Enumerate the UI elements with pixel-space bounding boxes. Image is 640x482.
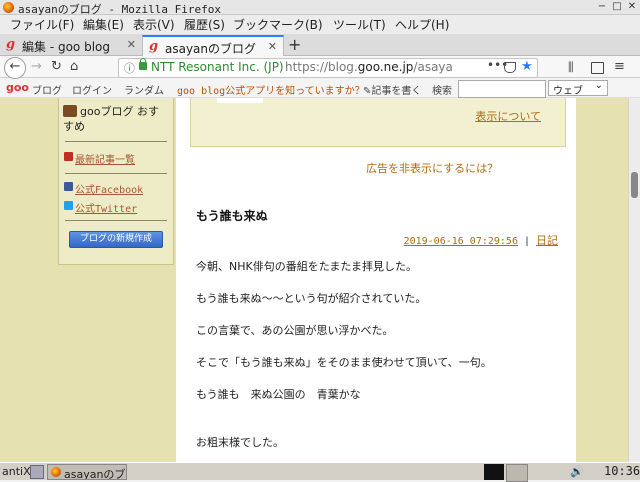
home-button[interactable]: ⌂ (70, 59, 78, 75)
search-scope-select[interactable]: ウェブ ⌄ (548, 80, 608, 97)
forward-button[interactable]: → (31, 59, 42, 75)
ad-about-link[interactable]: 表示について (475, 108, 541, 124)
show-desktop-icon[interactable] (30, 465, 44, 479)
menu-bookmarks[interactable]: ブックマーク(B) (233, 16, 323, 33)
tab-label: asayanのブログ (165, 42, 257, 56)
twitter-link[interactable]: 公式Twitter (75, 200, 137, 215)
reload-button[interactable]: ↻ (51, 59, 62, 75)
tab-strip: g 編集 - goo blog ✕ g asayanのブログ ✕ + (0, 34, 640, 57)
menu-bar: ファイル(F) 編集(E) 表示(V) 履歴(S) ブックマーク(B) ツール(… (0, 15, 640, 34)
start-menu-button[interactable]: antiX (2, 465, 31, 478)
hamburger-menu-icon[interactable]: ≡ (614, 59, 625, 75)
post-date-link[interactable]: 2019-06-16 07:29:56 (404, 236, 518, 247)
blog-main-column: 表示について 広告を非表示にするには？ もう誰も来ぬ 2019-06-16 07… (176, 98, 576, 462)
firefox-icon (51, 467, 61, 477)
goo-link-blog[interactable]: ブログ (32, 82, 62, 97)
write-post-link[interactable]: ✎記事を書く (363, 82, 421, 97)
workspace-2[interactable] (506, 464, 528, 482)
post-meta: 2019-06-16 07:29:56 | 日記 (404, 232, 558, 248)
tab-goo-blog-edit[interactable]: g 編集 - goo blog ✕ (0, 35, 142, 56)
page-viewport: gooブログ おすすめ 最新記事一覧 公式Facebook 公式Twitter … (0, 98, 628, 462)
post-line: もう誰も 来ぬ公園の 青葉かな (196, 388, 361, 401)
facebook-link[interactable]: 公式Facebook (75, 181, 143, 196)
post-title: もう誰も来ぬ (196, 209, 268, 223)
ad-box: 表示について (190, 98, 566, 147)
desktop-taskbar: antiX asayanのブロ 🔊 10:36 (0, 462, 640, 482)
tab-asayan-blog[interactable]: g asayanのブログ ✕ (142, 35, 284, 57)
chevron-down-icon: ⌄ (594, 80, 603, 91)
goo-app-promo-link[interactable]: goo blog公式アプリを知っていますか？ (177, 82, 365, 97)
goo-search-input[interactable] (458, 80, 546, 98)
back-button[interactable]: ← (4, 57, 26, 79)
menu-history[interactable]: 履歴(S) (184, 16, 225, 33)
goo-link-login[interactable]: ログイン (72, 82, 112, 97)
site-identity: NTT Resonant Inc. (JP) (151, 60, 284, 74)
site-info-icon[interactable]: ⓘ (124, 60, 135, 76)
task-label: asayanのブロ (64, 468, 126, 480)
maximize-button[interactable]: □ (611, 1, 623, 13)
sidebar-recommend: gooブログ おすすめ 最新記事一覧 公式Facebook 公式Twitter … (58, 98, 174, 265)
menu-view[interactable]: 表示(V) (133, 16, 175, 33)
menu-edit[interactable]: 編集(E) (83, 16, 124, 33)
goo-toolbar: goo ブログ ログイン ランダム goo blog公式アプリを知っていますか？… (0, 79, 640, 98)
sidebar-heading: gooブログ おすすめ (63, 105, 159, 133)
url-bar[interactable]: ⓘ NTT Resonant Inc. (JP) https://blog.go… (118, 58, 538, 78)
goo-favicon-icon: g (6, 37, 16, 52)
book-icon (63, 105, 77, 117)
goo-favicon-icon: g (149, 39, 159, 54)
post-line: この言葉で、あの公園が思い浮かべた。 (196, 324, 394, 337)
minimize-button[interactable]: − (596, 1, 608, 13)
tab-close-icon[interactable]: ✕ (127, 38, 136, 51)
clock: 10:36 (604, 464, 640, 478)
post-category-link[interactable]: 日記 (536, 234, 558, 247)
hide-ads-link[interactable]: 広告を非表示にするには？ (366, 160, 498, 176)
library-icon[interactable]: ⫼ (568, 59, 574, 75)
create-blog-button[interactable]: ブログの新規作成 (69, 231, 163, 248)
taskbar-firefox-task[interactable]: asayanのブロ (47, 464, 127, 480)
ad-placeholder (217, 98, 263, 103)
tray-volume-icon[interactable]: 🔊 (570, 465, 584, 478)
menu-file[interactable]: ファイル(F) (10, 16, 74, 33)
workspace-1[interactable] (484, 464, 504, 480)
divider (65, 220, 167, 221)
post-line: もう誰も来ぬ〜〜という句が紹介されていた。 (196, 292, 427, 305)
post-line: お粗末様でした。 (196, 436, 284, 449)
pocket-icon[interactable] (504, 62, 516, 73)
lock-icon (139, 58, 147, 70)
new-posts-icon (64, 152, 73, 161)
post-line: そこで「もう誰も来ぬ」をそのまま使わせて頂いて、一句。 (196, 356, 492, 369)
bookmark-star-icon[interactable]: ★ (521, 59, 533, 74)
tab-label: 編集 - goo blog (22, 40, 110, 54)
navigation-toolbar: ← → ↻ ⌂ ⓘ NTT Resonant Inc. (JP) https:/… (0, 56, 640, 79)
goo-logo[interactable]: goo (6, 81, 29, 94)
new-posts-link[interactable]: 最新記事一覧 (75, 151, 135, 166)
divider (65, 141, 167, 142)
close-window-button[interactable]: ✕ (626, 1, 638, 13)
goo-link-random[interactable]: ランダム (124, 82, 164, 97)
facebook-icon (64, 182, 73, 191)
new-tab-button[interactable]: + (288, 35, 301, 54)
goo-search-label: 検索 (432, 86, 452, 97)
firefox-icon (3, 2, 14, 13)
twitter-icon (64, 201, 73, 210)
tab-close-icon[interactable]: ✕ (268, 40, 277, 53)
post-line: 今朝、NHK俳句の番組をたまたま拝見した。 (196, 260, 418, 273)
page-scrollbar[interactable] (628, 98, 640, 462)
meta-separator: | (523, 236, 530, 247)
scrollbar-thumb[interactable] (631, 172, 638, 198)
url-text[interactable]: https://blog.goo.ne.jp/asayan33 (285, 60, 453, 74)
menu-help[interactable]: ヘルプ(H) (395, 16, 449, 33)
sidebar-toggle-icon[interactable] (591, 62, 604, 74)
divider (65, 173, 167, 174)
menu-tools[interactable]: ツール(T) (333, 16, 386, 33)
window-title-bar: asayanのブログ - Mozilla Firefox − □ ✕ (0, 0, 640, 16)
